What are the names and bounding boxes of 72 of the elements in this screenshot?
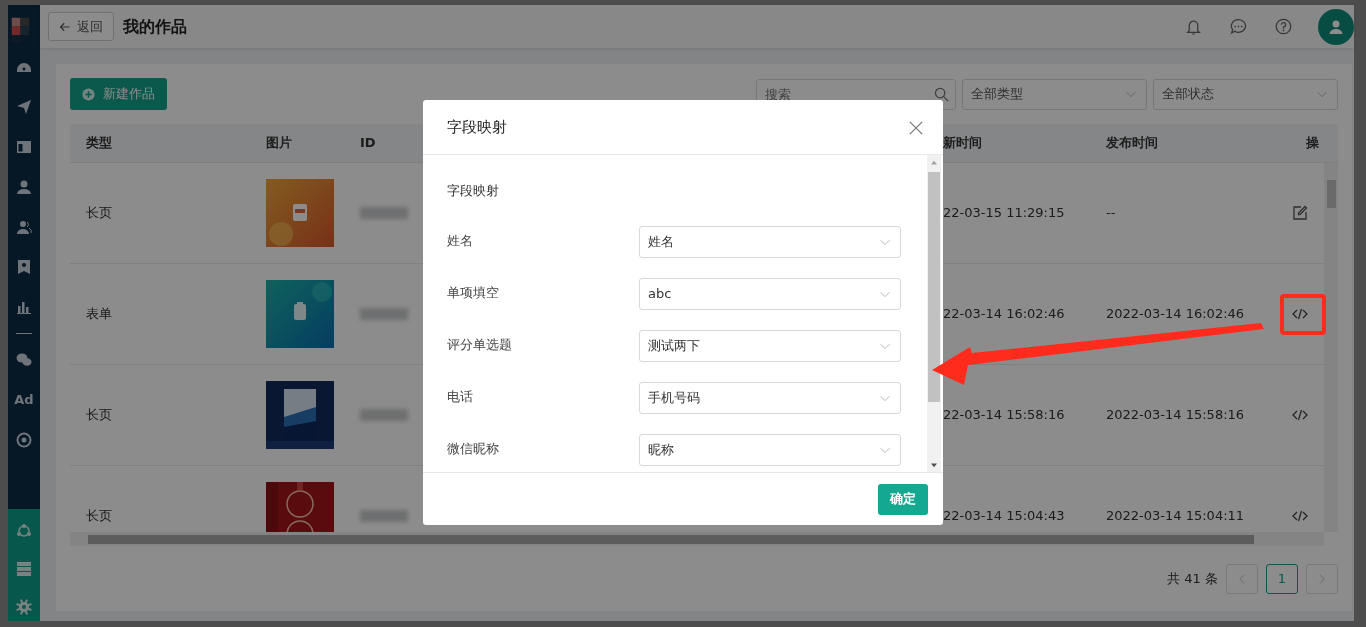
user-icon[interactable] — [16, 179, 32, 195]
column-header: 操 — [1306, 134, 1319, 153]
redaction-blur — [360, 510, 408, 522]
table-cell: 22-03-14 15:04:43 — [943, 508, 1065, 524]
column-header: 新时间 — [943, 135, 982, 151]
close-icon — [909, 120, 923, 135]
select-field[interactable]: 姓名 — [639, 225, 901, 258]
table-cell: 2022-03-14 16:02:46 — [1106, 306, 1245, 322]
select-field[interactable]: abc — [639, 277, 901, 310]
table-cell: 长页 — [86, 205, 112, 221]
redaction-blur — [360, 308, 408, 320]
code-icon[interactable] — [1292, 508, 1308, 524]
redaction-blur — [360, 409, 408, 421]
dialog-title: 字段映射 — [447, 116, 507, 138]
field-label: 评分单选题 — [447, 335, 513, 354]
field-label: 单项填空 — [447, 283, 500, 302]
select-field[interactable]: 昵称 — [639, 433, 901, 466]
network-icon[interactable] — [16, 523, 32, 539]
edit-icon[interactable] — [1292, 205, 1308, 221]
select-field[interactable]: 测试两下 — [639, 329, 901, 362]
scroll-down-icon — [930, 462, 938, 468]
plus-circle-icon — [82, 87, 95, 101]
server-icon[interactable] — [16, 561, 32, 577]
scroll-up-icon — [930, 160, 938, 166]
search-icon — [934, 86, 949, 102]
chat-bubbles-icon[interactable] — [16, 352, 32, 368]
profile-card-icon[interactable] — [16, 259, 32, 275]
users-icon[interactable] — [16, 219, 32, 235]
confirm-button[interactable]: 确定 — [878, 483, 928, 515]
column-header: ID — [360, 135, 376, 151]
vertical-scrollbar[interactable] — [1324, 163, 1338, 532]
field-label: 姓名 — [447, 231, 474, 250]
section-label: 字段映射 — [447, 182, 500, 200]
table-cell: 2022-03-14 15:58:16 — [1106, 407, 1245, 423]
table-cell: 表单 — [86, 306, 112, 322]
table-cell: 长页 — [86, 508, 112, 524]
bar-chart-icon[interactable] — [16, 299, 32, 315]
new-work-button[interactable]: 新建作品 — [70, 78, 167, 110]
bell-icon[interactable] — [1185, 18, 1202, 35]
dialog-scrollbar[interactable] — [927, 155, 941, 472]
send-icon[interactable] — [16, 99, 32, 115]
column-header: 发布时间 — [1106, 135, 1158, 151]
arrow-left-icon — [59, 20, 71, 33]
table-cell: 2022-03-14 15:04:11 — [1106, 508, 1245, 524]
disc-icon[interactable] — [16, 431, 32, 448]
table-cell: -- — [1106, 205, 1116, 221]
field-label: 微信昵称 — [447, 439, 500, 458]
table-cell: 22-03-14 16:02:46 — [943, 306, 1065, 322]
user-icon — [1328, 18, 1344, 35]
filter-dropdown[interactable]: 全部类型 — [962, 78, 1147, 110]
select-field[interactable]: 手机号码 — [639, 381, 901, 414]
field-label: 电话 — [447, 387, 474, 406]
filter-dropdown[interactable]: 全部状态 — [1153, 78, 1338, 110]
table-cell: 长页 — [86, 407, 112, 423]
horizontal-scrollbar[interactable] — [70, 532, 1324, 546]
code-icon[interactable] — [1292, 306, 1308, 322]
column-header: 类型 — [86, 135, 112, 151]
total-count: 共 41 条 — [1167, 570, 1218, 589]
column-header: 图片 — [266, 135, 292, 151]
code-icon[interactable] — [1292, 407, 1308, 423]
ad-label[interactable]: Ad — [14, 390, 34, 410]
settings-icon[interactable] — [16, 599, 32, 615]
page-button[interactable]: 1 — [1266, 564, 1298, 594]
page-title: 我的作品 — [123, 15, 187, 38]
back-button[interactable]: 返回 — [48, 12, 114, 41]
table-cell: 22-03-15 11:29:15 — [943, 205, 1065, 221]
redaction-blur — [360, 207, 408, 219]
chat-icon[interactable] — [1230, 18, 1247, 35]
avatar[interactable] — [1318, 8, 1354, 45]
table-cell: 22-03-14 15:58:16 — [943, 407, 1065, 423]
layout-icon[interactable] — [16, 139, 32, 155]
help-icon[interactable] — [1275, 18, 1292, 35]
